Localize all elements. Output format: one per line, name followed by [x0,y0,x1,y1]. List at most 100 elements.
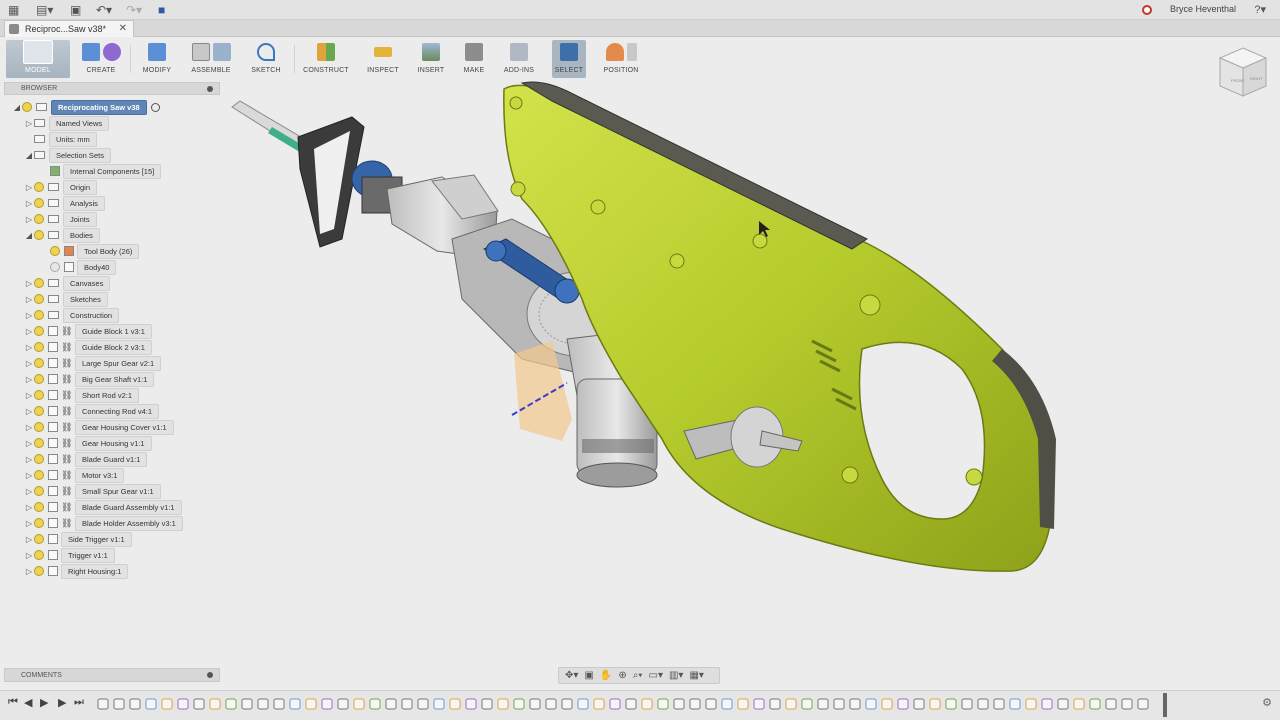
timeline-feature[interactable] [817,698,829,710]
orbit-icon[interactable]: ✥▾ [565,670,578,681]
expand-arrow-icon[interactable]: ▷ [24,277,34,290]
timeline-feature[interactable] [1025,698,1037,710]
timeline-feature[interactable] [1041,698,1053,710]
model-viewport[interactable] [222,79,1280,665]
timeline-feature[interactable] [305,698,317,710]
browser-tree-item[interactable]: ▷ ⛓ Small Spur Gear v1:1 [24,483,161,499]
visibility-bulb-icon[interactable] [34,502,44,512]
play-icon[interactable]: ▶ [40,696,48,709]
visibility-bulb-icon[interactable] [34,422,44,432]
look-at-icon[interactable]: ▣ [584,670,593,681]
timeline-feature[interactable] [945,698,957,710]
step-back-icon[interactable]: ◀ [24,696,32,709]
viewports-icon[interactable]: ▦▾ [689,670,703,681]
timeline-feature[interactable] [609,698,621,710]
timeline-feature[interactable] [289,698,301,710]
expand-arrow-icon[interactable]: ◢ [12,101,22,114]
timeline-feature[interactable] [593,698,605,710]
pan-icon[interactable]: ✋ [600,670,612,681]
browser-tree-item[interactable]: ▷ ⛓ Guide Block 2 v3:1 [24,339,152,355]
timeline-feature[interactable] [801,698,813,710]
assemble-menu[interactable]: ASSEMBLE [186,40,236,78]
fit-icon[interactable]: ⌕▾ [633,670,643,681]
browser-tree-item[interactable]: ▷ ⛓ Gear Housing Cover v1:1 [24,419,174,435]
browser-tree-item[interactable]: ◢ Bodies [24,227,100,243]
browser-tree-item[interactable]: ▷ Construction [24,307,120,323]
timeline-feature[interactable] [257,698,269,710]
timeline-feature[interactable] [577,698,589,710]
file-icon[interactable]: ▤▾ [36,3,53,17]
browser-tree-item[interactable]: ▷ ⛓ Short Rod v2:1 [24,387,140,403]
browser-tree-item[interactable]: ▷ ⛓ Guide Block 1 v3:1 [24,323,152,339]
visibility-bulb-icon[interactable] [34,358,44,368]
timeline-feature[interactable] [737,698,749,710]
expand-arrow-icon[interactable]: ▷ [24,533,34,546]
visibility-bulb-icon[interactable] [34,326,44,336]
timeline-feature[interactable] [385,698,397,710]
visibility-bulb-icon[interactable] [34,374,44,384]
undo-icon[interactable]: ↶▾ [96,3,112,17]
browser-tree-item[interactable]: Body40 [40,259,117,275]
timeline-feature[interactable] [465,698,477,710]
visibility-bulb-icon[interactable] [34,518,44,528]
visibility-bulb-icon[interactable] [22,102,32,112]
timeline-feature[interactable] [337,698,349,710]
expand-arrow-icon[interactable]: ▷ [24,501,34,514]
timeline-feature[interactable] [369,698,381,710]
visibility-bulb-icon[interactable] [34,534,44,544]
modify-menu[interactable]: MODIFY [136,40,178,78]
viewcube-right-label[interactable]: RIGHT [1250,76,1263,81]
expand-arrow-icon[interactable]: ▷ [24,373,34,386]
panel-options-icon[interactable] [207,86,213,92]
visibility-bulb-icon[interactable] [34,486,44,496]
make-menu[interactable]: MAKE [458,40,490,78]
timeline-feature[interactable] [353,698,365,710]
expand-arrow-icon[interactable]: ◢ [24,229,34,242]
timeline-features[interactable] [96,697,1166,711]
browser-tree-item[interactable]: ▷ Trigger v1:1 [24,547,115,563]
browser-tree-item[interactable]: ▷ Canvases [24,275,111,291]
timeline-feature[interactable] [881,698,893,710]
visibility-bulb-icon[interactable] [34,214,44,224]
timeline-feature[interactable] [833,698,845,710]
timeline-feature[interactable] [321,698,333,710]
timeline-feature[interactable] [785,698,797,710]
browser-tree-item[interactable]: Units: mm [24,131,97,147]
timeline-feature[interactable] [129,698,141,710]
timeline-feature[interactable] [529,698,541,710]
visibility-bulb-icon[interactable] [34,182,44,192]
browser-tree-item[interactable]: ▷ ⛓ Connecting Rod v4:1 [24,403,160,419]
browser-tree-item[interactable]: ▷ Right Housing:1 [24,563,129,579]
expand-arrow-icon[interactable]: ▷ [24,181,34,194]
expand-arrow-icon[interactable]: ▷ [24,309,34,322]
expand-arrow-icon[interactable]: ▷ [24,453,34,466]
expand-arrow-icon[interactable]: ▷ [24,325,34,338]
browser-header[interactable]: BROWSER [4,82,220,95]
go-to-end-icon[interactable]: ⏭ [74,696,84,709]
timeline-feature[interactable] [625,698,637,710]
timeline-feature[interactable] [417,698,429,710]
timeline-feature[interactable] [1009,698,1021,710]
timeline-feature[interactable] [1137,698,1149,710]
comments-options-icon[interactable] [207,672,213,678]
timeline-feature[interactable] [561,698,573,710]
timeline-feature[interactable] [641,698,653,710]
grid-settings-icon[interactable]: ▥▾ [669,670,683,681]
visibility-bulb-icon[interactable] [50,246,60,256]
redo-icon[interactable]: ↷▾ [126,3,142,17]
browser-tree-item[interactable]: ▷ ⛓ Gear Housing v1:1 [24,435,152,451]
viewcube-front-label[interactable]: FRONT [1231,78,1245,83]
timeline-feature[interactable] [481,698,493,710]
browser-tree-item[interactable]: Tool Body (26) [40,243,140,259]
timeline-feature[interactable] [97,698,109,710]
expand-arrow-icon[interactable]: ◢ [24,149,34,162]
timeline-feature[interactable] [401,698,413,710]
comments-panel[interactable]: COMMENTS [4,668,220,682]
add-ins-menu[interactable]: ADD-INS [498,40,540,78]
browser-tree-item[interactable]: ▷ Sketches [24,291,108,307]
visibility-bulb-icon[interactable] [34,342,44,352]
browser-tree-item[interactable]: ▷ Named Views [24,115,110,131]
data-panel-icon[interactable]: ■ [158,3,165,17]
browser-tree-item[interactable]: ▷ ⛓ Large Spur Gear v2:1 [24,355,162,371]
sketch-menu[interactable]: SKETCH [244,40,288,78]
